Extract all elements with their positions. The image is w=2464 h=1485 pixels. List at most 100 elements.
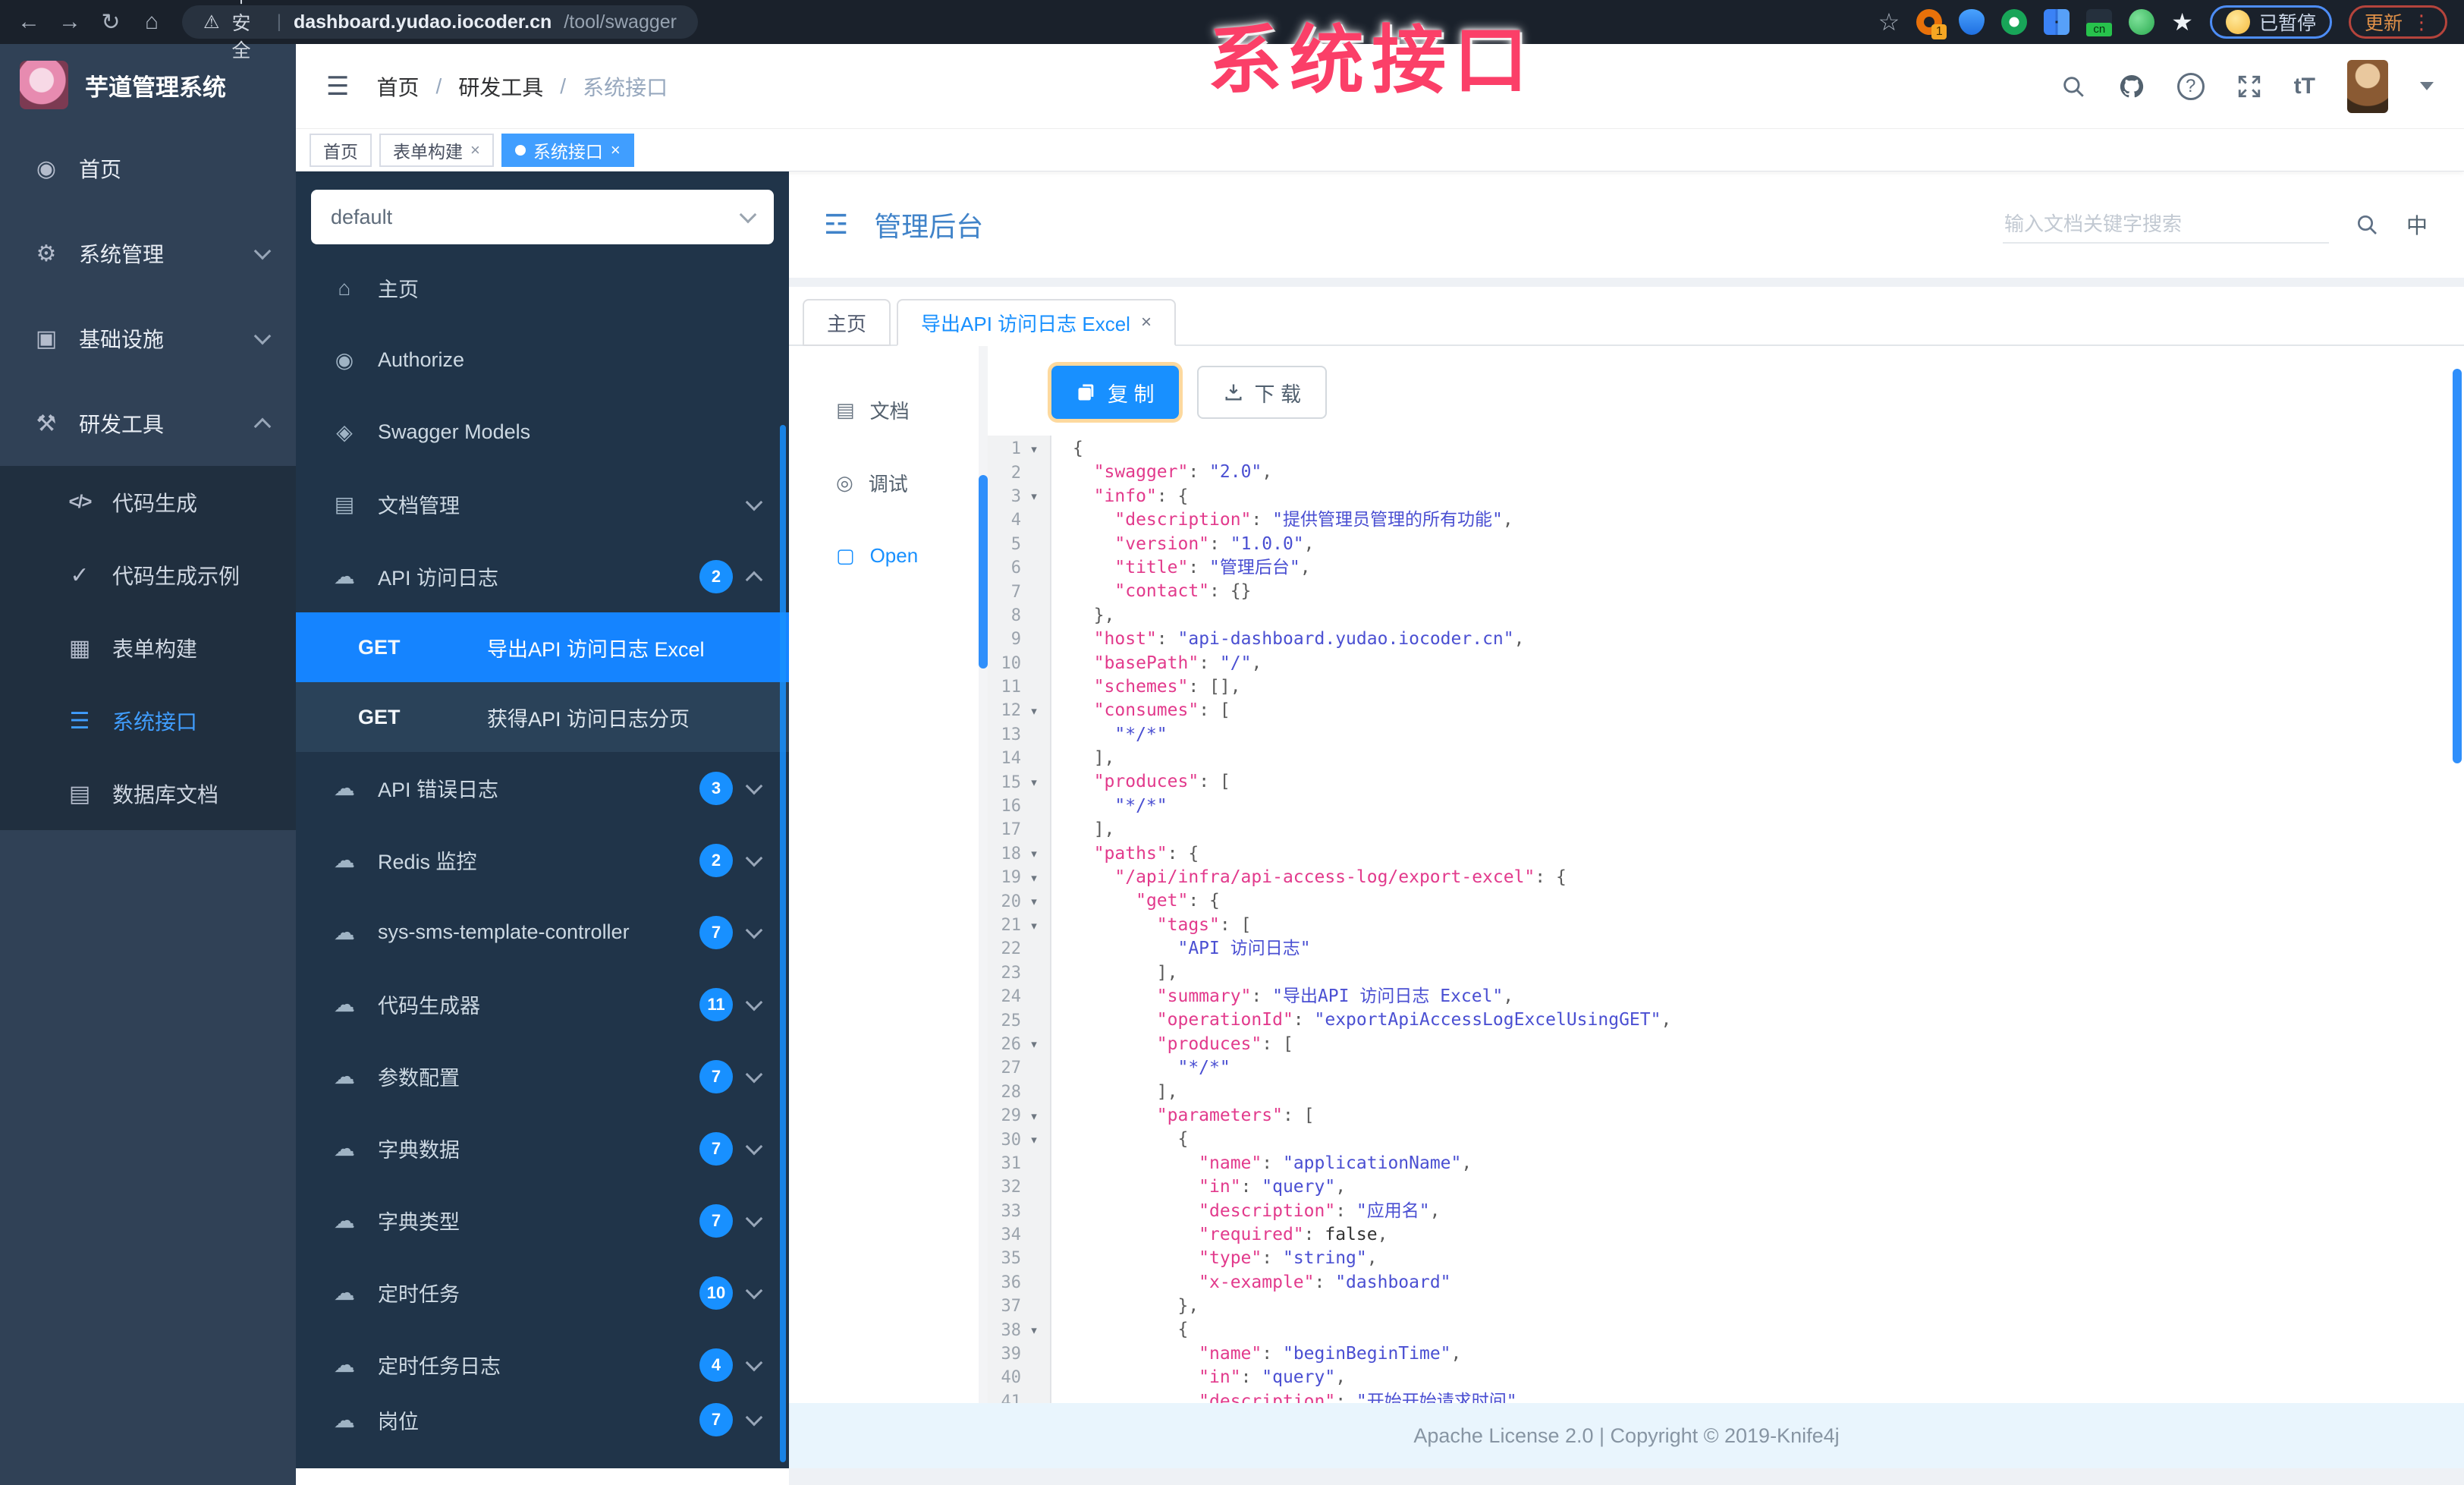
tag-active-dot [514,144,526,156]
code-line: "basePath": "/", [1093,653,1262,673]
page-scrollbar-thumb[interactable] [2453,369,2462,763]
sidebar-item-database-doc[interactable]: ▤ 数据库文档 [0,757,296,830]
bookmark-star-icon[interactable]: ☆ [1878,9,1900,35]
api-endpoint-item[interactable]: GET 获得API 访问日志分页 [296,682,789,752]
extension-drop-icon[interactable] [1959,9,1985,35]
gutter-row: 30 ▾ [979,1128,1050,1151]
sidebar-item-dev-tools[interactable]: ⚒ 研发工具 [0,381,296,466]
forward-icon[interactable]: → [53,9,86,35]
extension-green-icon[interactable] [2001,9,2028,35]
api-tree-item[interactable]: ☁ API 访问日志 2 [296,540,789,612]
language-toggle-icon[interactable]: 中 [2405,208,2429,241]
fold-caret-icon[interactable]: ▾ [1021,847,1047,860]
doc-view-文档[interactable]: ▤ 文档 [789,373,979,446]
fold-caret-icon[interactable]: ▾ [1021,871,1047,885]
search-icon[interactable] [2060,74,2086,99]
reload-icon[interactable]: ↻ [94,9,127,36]
fold-caret-icon[interactable]: ▾ [1021,919,1047,933]
fold-caret-icon[interactable]: ▾ [1021,1133,1047,1147]
fullscreen-icon[interactable] [2236,74,2262,99]
api-tree-item[interactable]: ⌂ 主页 [296,252,789,324]
api-tree-item[interactable]: ☁ 岗位 7 [296,1401,789,1439]
extension-grid-icon[interactable] [2044,9,2070,35]
address-bar[interactable]: ⚠ 不安全 | dashboard.yudao.iocoder.cn /tool… [182,0,698,61]
help-icon[interactable]: ? [2176,72,2205,100]
mini-scroll-thumb[interactable] [979,475,988,669]
api-tree-item[interactable]: ◈ Swagger Models [296,396,789,468]
tag-close-icon[interactable]: × [470,140,480,160]
sidebar-item-form-builder[interactable]: ▦ 表单构建 [0,612,296,684]
doc-tab[interactable]: 导出API 访问日志 Excel × [897,299,1176,346]
api-tree-item[interactable]: ☁ Redis 监控 2 [296,824,789,896]
extension-bird-icon[interactable] [2129,9,2155,35]
api-tree-item[interactable]: ☁ 字典数据 7 [296,1112,789,1185]
gutter-row: 40 [979,1366,1050,1389]
github-icon[interactable] [2118,73,2145,100]
gear-icon: ⚙ [36,241,57,266]
tag-active[interactable]: 系统接口 × [501,133,634,167]
api-tree-item-label: 文档管理 [378,495,460,518]
code-line: "in": "query", [1199,1177,1347,1197]
browser-menu-icon[interactable]: ⋮ [2412,12,2431,32]
doc-view-open[interactable]: ▢ Open [789,519,979,592]
gutter-row: 15 ▾ [979,770,1050,794]
update-button[interactable]: 更新 ⋮ [2348,5,2447,39]
sidebar-item-code-generation[interactable]: </> 代码生成 [0,466,296,539]
api-tree-item[interactable]: ☁ sys-sms-template-controller 7 [296,896,789,968]
fold-caret-icon[interactable]: ▾ [1021,1323,1047,1337]
user-avatar[interactable] [2347,59,2388,113]
copy-button[interactable]: 复 制 [1051,366,1179,419]
doc-sidebar-scrollbar[interactable] [780,425,786,1462]
api-tree-item[interactable]: ☁ 定时任务 10 [296,1257,789,1329]
sidebar-item-infrastructure[interactable]: ▣ 基础设施 [0,296,296,381]
api-tree-item[interactable]: ☁ 定时任务日志 4 [296,1329,789,1401]
api-tree-item-label: 定时任务 [378,1283,460,1306]
doc-search-icon[interactable] [2355,212,2379,237]
json-editor[interactable]: 1 ▾ 2 3 ▾ 4 5 6 7 8 9 10 11 12 ▾ 13 14 15 ▾ 16 17 18 ▾ 19 ▾ 20 ▾ 21… [979,436,2464,1403]
fold-caret-icon[interactable]: ▾ [1021,442,1047,456]
sidebar-collapse-icon[interactable]: ☰ [326,71,349,102]
fold-caret-icon[interactable]: ▾ [1021,489,1047,503]
fold-caret-icon[interactable]: ▾ [1021,1037,1047,1051]
doc-search-input[interactable] [2002,206,2329,244]
api-tree-item[interactable]: ☁ API 错误日志 3 [296,752,789,824]
tag-item[interactable]: 首页 [310,133,372,167]
api-tree-item[interactable]: ☁ 参数配置 7 [296,1040,789,1112]
sidebar-item-home[interactable]: ◉ 首页 [0,126,296,211]
api-tree-item[interactable]: ☁ 代码生成器 11 [296,968,789,1040]
doc-tab[interactable]: 主页 [803,299,891,346]
chevron-down-icon [745,849,763,867]
api-tree-item[interactable]: ▤ 文档管理 [296,468,789,540]
extension-orange-icon[interactable]: 1 [1916,9,1947,39]
api-tree-item[interactable]: ☁ 字典类型 7 [296,1185,789,1257]
api-tree-item[interactable]: ◉ Authorize [296,324,789,396]
gutter-row: 20 ▾ [979,889,1050,913]
sidebar-item-system-api[interactable]: ☰ 系统接口 [0,684,296,757]
code-line: { [1073,1320,1189,1340]
user-menu-caret-icon[interactable] [2420,82,2434,90]
fold-caret-icon[interactable]: ▾ [1021,1109,1047,1123]
fold-caret-icon[interactable]: ▾ [1021,704,1047,718]
app-header: ☰ 首页 / 研发工具 / 系统接口 ? tT [296,44,2464,129]
api-group-select-value: default [331,205,393,228]
download-button[interactable]: 下 载 [1196,366,1328,419]
api-group-select[interactable]: default [311,190,774,244]
doc-view-调试[interactable]: ◎ 调试 [789,446,979,519]
font-size-icon[interactable]: tT [2294,74,2315,99]
fold-caret-icon[interactable]: ▾ [1021,895,1047,908]
sidebar-item-system-management[interactable]: ⚙ 系统管理 [0,211,296,296]
breadcrumb-item[interactable]: 首页 [376,71,419,102]
api-endpoint-item[interactable]: GET 导出API 访问日志 Excel [296,612,789,682]
extension-cn-icon[interactable]: cn [2086,9,2113,36]
breadcrumb-item[interactable]: 研发工具 [458,71,543,102]
sidebar-item-code-generation-example[interactable]: ✓ 代码生成示例 [0,539,296,612]
extension-star-icon[interactable]: ★ [2171,9,2193,35]
home-icon[interactable]: ⌂ [135,9,168,35]
tag-close-icon[interactable]: × [611,140,621,160]
paused-extension-pill[interactable]: 已暂停 [2209,5,2332,39]
tag-item[interactable]: 表单构建 × [379,133,494,167]
fold-caret-icon[interactable]: ▾ [1021,776,1047,789]
back-icon[interactable]: ← [12,9,46,35]
doc-collapse-icon[interactable]: ☲ [824,209,848,241]
doc-tab-close-icon[interactable]: × [1141,312,1152,333]
